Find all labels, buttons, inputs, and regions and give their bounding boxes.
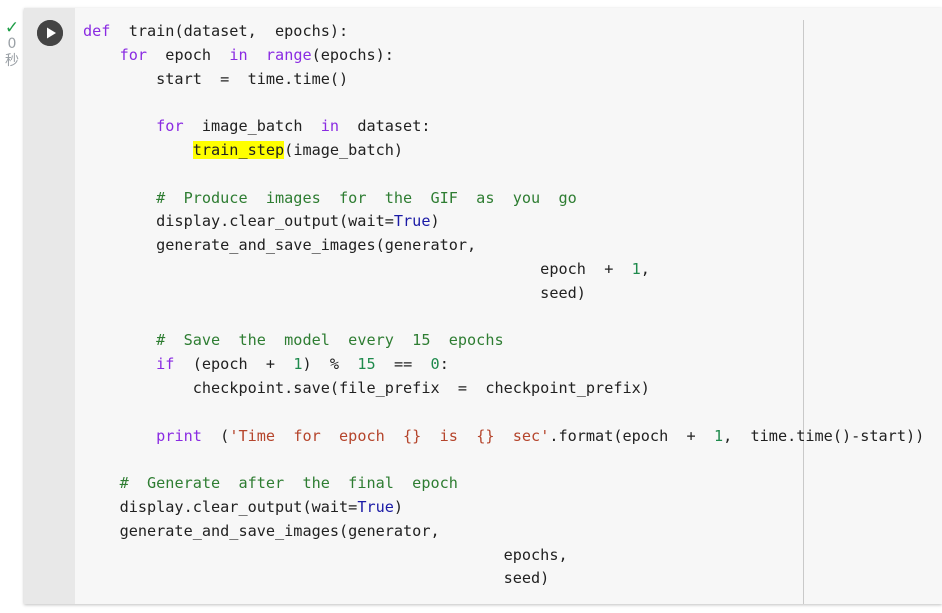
code-line: print ('Time for epoch {} is {} sec'.for… bbox=[156, 426, 925, 445]
code-cell[interactable]: def train(dataset, epochs): for epoch in… bbox=[24, 8, 942, 604]
code-line: train_step(image_batch) bbox=[192, 140, 404, 159]
code-line: display.clear_output(wait=True) bbox=[83, 212, 440, 231]
code-line: display.clear_output(wait=True) bbox=[83, 497, 404, 516]
play-icon bbox=[37, 20, 63, 46]
cell-gutter bbox=[24, 8, 75, 604]
code-line: checkpoint.save(file_prefix = checkpoint… bbox=[83, 378, 650, 397]
check-icon: ✓ bbox=[4, 18, 20, 38]
cell-execution-status: ✓ 0 秒 bbox=[0, 20, 24, 70]
code-line: if (epoch + 1) % 15 == 0: bbox=[156, 355, 449, 374]
code-line: generate_and_save_images(generator, bbox=[83, 236, 477, 255]
code-line: seed) bbox=[83, 569, 550, 588]
code-line: epoch + 1, bbox=[83, 259, 650, 278]
code-line: # Generate after the final epoch bbox=[119, 474, 458, 493]
code-line: def train(dataset, epochs): bbox=[83, 22, 349, 40]
code-line: seed) bbox=[83, 283, 586, 302]
code-line: start = time.time() bbox=[83, 69, 349, 88]
code-line: # Produce images for the GIF as you go bbox=[156, 188, 577, 207]
execution-duration-unit: 秒 bbox=[5, 53, 19, 69]
code-line: generate_and_save_images(generator, bbox=[83, 521, 440, 540]
code-line: for epoch in range(epochs): bbox=[119, 45, 394, 64]
code-editor[interactable]: def train(dataset, epochs): for epoch in… bbox=[83, 20, 924, 591]
code-line: # Save the model every 15 epochs bbox=[156, 331, 504, 350]
execution-duration-value: 0 bbox=[7, 36, 17, 52]
code-line: for image_batch in dataset: bbox=[156, 117, 431, 136]
code-line: epochs, bbox=[83, 545, 568, 564]
run-cell-button[interactable] bbox=[37, 20, 63, 46]
